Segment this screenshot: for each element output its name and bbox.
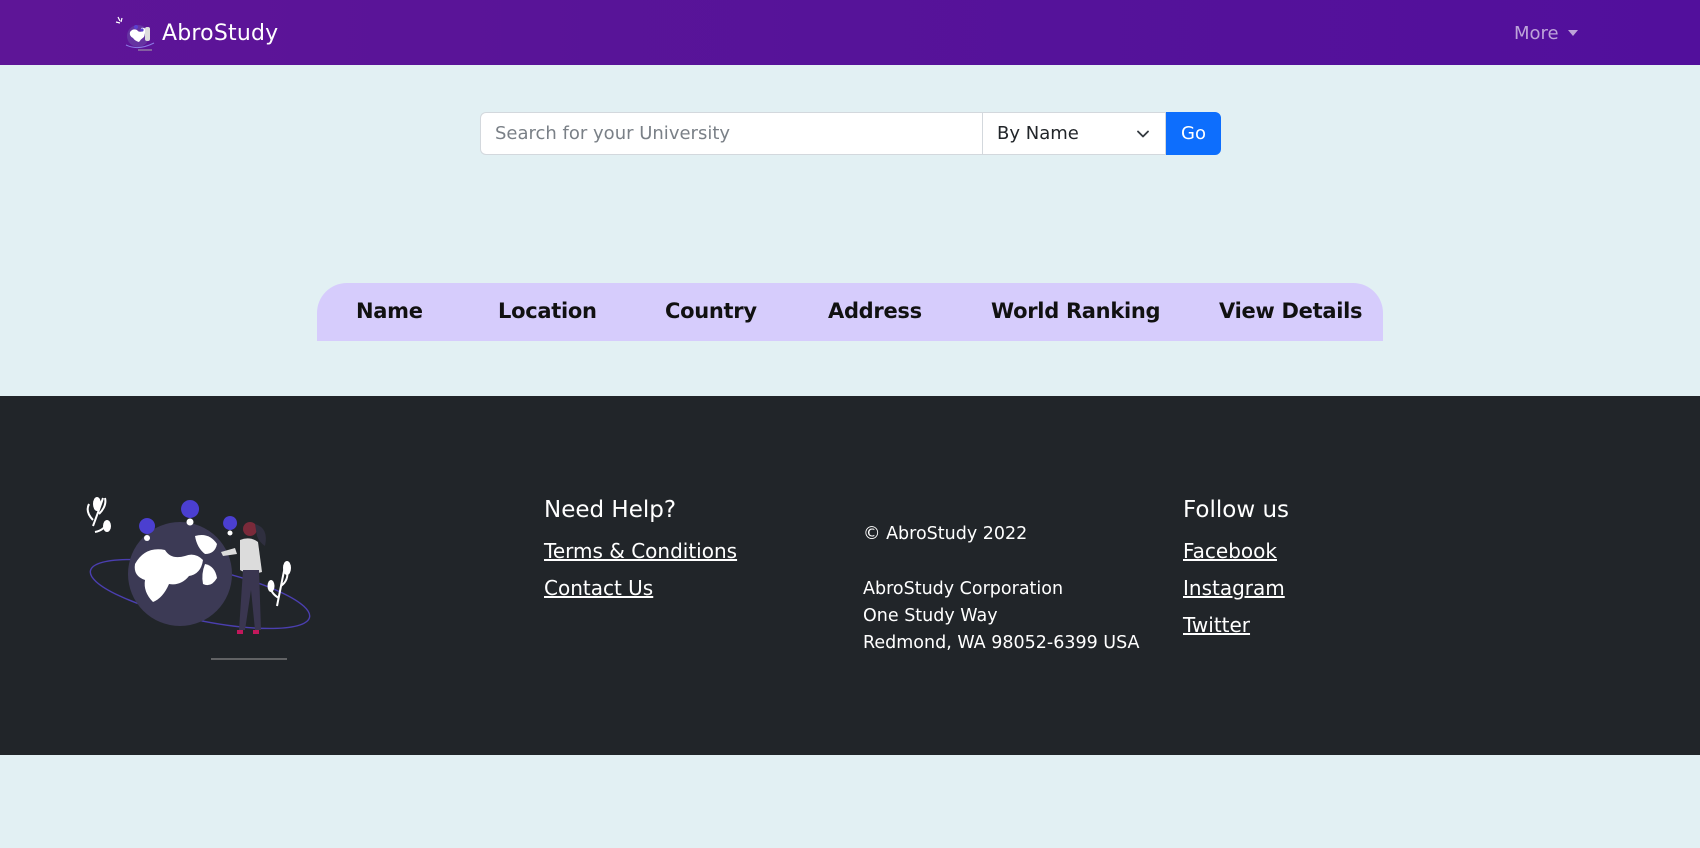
column-header-world-ranking[interactable]: World Ranking (991, 299, 1161, 323)
address-line: AbroStudy Corporation (863, 579, 1064, 599)
globe-logo-icon (115, 16, 155, 51)
more-label: More (1514, 22, 1559, 44)
brand-name: AbroStudy (162, 20, 279, 46)
need-help-heading: Need Help? (544, 497, 677, 523)
contact-us-link[interactable]: Contact Us (544, 576, 653, 600)
column-header-country[interactable]: Country (665, 299, 757, 323)
column-header-view-details[interactable]: View Details (1219, 299, 1363, 323)
go-button[interactable]: Go (1166, 112, 1221, 155)
results-table-header: Name Location Country Address World Rank… (317, 283, 1383, 341)
search-filter-value: By Name (997, 123, 1079, 144)
caret-down-icon (1567, 30, 1578, 36)
address-line: One Study Way (863, 606, 998, 626)
column-header-location[interactable]: Location (498, 299, 597, 323)
university-search-input[interactable] (480, 112, 982, 155)
instagram-link[interactable]: Instagram (1183, 576, 1285, 600)
site-footer: Need Help? Terms & Conditions Contact Us… (0, 396, 1700, 755)
follow-us-heading: Follow us (1183, 497, 1290, 523)
column-header-address[interactable]: Address (828, 299, 922, 323)
copyright-text: © AbroStudy 2022 (863, 524, 1028, 544)
search-filter-select[interactable]: By Name (982, 112, 1166, 155)
column-header-name[interactable]: Name (356, 299, 423, 323)
terms-conditions-link[interactable]: Terms & Conditions (544, 539, 737, 563)
more-dropdown-toggle[interactable]: More (1514, 20, 1578, 46)
twitter-link[interactable]: Twitter (1183, 613, 1250, 637)
chevron-down-icon (1137, 130, 1149, 138)
world-travel-illustration (86, 497, 311, 660)
facebook-link[interactable]: Facebook (1183, 539, 1277, 563)
top-navbar: AbroStudy More (0, 0, 1700, 65)
search-bar: By Name Go (480, 112, 1221, 155)
address-line: Redmond, WA 98052-6399 USA (863, 633, 1140, 653)
brand-link[interactable]: AbroStudy (112, 14, 278, 52)
